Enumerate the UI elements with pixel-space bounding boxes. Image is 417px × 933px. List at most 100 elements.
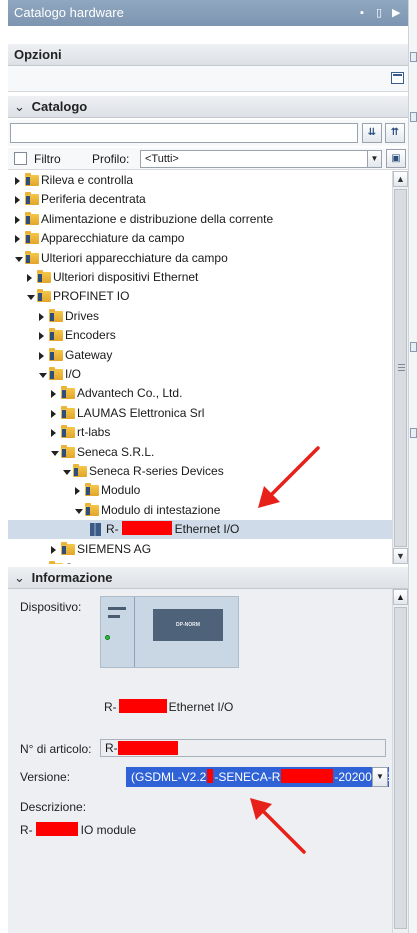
dropdown-arrow-icon[interactable]: ▼ xyxy=(372,767,388,787)
adjacent-panel-strip xyxy=(408,0,417,933)
folder-icon xyxy=(61,386,75,400)
collapse-arrow-icon[interactable] xyxy=(39,373,47,378)
scroll-thumb[interactable] xyxy=(394,189,407,547)
thumb-grip xyxy=(398,370,405,371)
tree-item[interactable]: rt-labs xyxy=(8,423,392,442)
tree-item[interactable]: Encoders xyxy=(8,326,392,345)
expand-arrow-icon[interactable] xyxy=(75,487,80,496)
expand-arrow-icon[interactable] xyxy=(51,390,56,399)
redaction-mark xyxy=(35,822,78,836)
redaction-mark xyxy=(117,741,178,755)
tree-item[interactable]: Alimentazione e distribuzione della corr… xyxy=(8,210,392,229)
collapse-arrow-icon[interactable] xyxy=(51,450,59,456)
device-name-prefix: R- xyxy=(104,700,117,714)
folder-icon xyxy=(49,328,63,342)
collapse-arrow-icon[interactable] xyxy=(75,508,83,514)
tree-item-label: I/O xyxy=(65,367,82,381)
catalogo-title: Catalogo xyxy=(31,99,88,114)
tree-item[interactable]: LAUMAS Elettronica Srl xyxy=(8,404,392,423)
tree-item[interactable]: Rileva e controlla xyxy=(8,171,392,190)
redaction-mark xyxy=(118,699,167,713)
article-field[interactable]: R- xyxy=(100,739,386,757)
tree-item[interactable]: Advantech Co., Ltd. xyxy=(8,384,392,403)
collapse-icon[interactable]: ▶ xyxy=(392,0,400,26)
folder-icon xyxy=(61,425,75,439)
tree-item-label: Modulo di intestazione xyxy=(101,502,221,517)
version-select[interactable]: (GSDML-V2.2-SENECA-R-20200729.XML) xyxy=(126,767,389,787)
strip-marker xyxy=(410,112,417,122)
profile-manage-icon[interactable]: ▣ xyxy=(386,149,406,168)
tree-item[interactable]: Seneca R-series Devices xyxy=(8,462,392,481)
tree-item[interactable]: Apparecchiature da campo xyxy=(8,229,392,248)
tree-item[interactable]: R- Ethernet I/O xyxy=(8,520,392,540)
expand-arrow-icon[interactable] xyxy=(51,429,56,438)
expand-arrow-icon[interactable] xyxy=(51,409,56,418)
hardware-catalog-panel: Catalogo hardware ▪ ▯ ▶ Opzioni ⌄ Catalo… xyxy=(0,0,417,933)
catalogo-header[interactable]: ⌄ Catalogo xyxy=(8,96,408,118)
tree-item[interactable]: Periferia decentrata xyxy=(8,190,392,209)
tree-item-label-prefix: R- xyxy=(106,522,119,537)
tree-item[interactable]: Seneca S.R.L. xyxy=(8,443,392,462)
device-icon xyxy=(90,523,101,537)
informazione-title: Informazione xyxy=(31,570,113,585)
tree-item[interactable]: Drives xyxy=(8,307,392,326)
tree-item-label: SIEMENS AG xyxy=(77,541,152,556)
info-scrollbar[interactable]: ▲ xyxy=(392,589,408,933)
device-name: R- Ethernet I/O xyxy=(104,699,233,714)
expand-arrow-icon[interactable] xyxy=(15,196,20,205)
opzioni-header[interactable]: Opzioni xyxy=(8,44,408,66)
tree-item[interactable]: Modulo xyxy=(8,481,392,500)
dropdown-arrow-icon[interactable]: ▼ xyxy=(367,151,381,167)
panel-title: Catalogo hardware xyxy=(14,5,124,20)
expand-arrow-icon[interactable] xyxy=(15,177,20,185)
search-up-icon[interactable]: ⇈ xyxy=(385,123,405,143)
collapse-arrow-icon[interactable] xyxy=(63,470,71,475)
scroll-thumb[interactable] xyxy=(394,607,407,929)
device-image: DP-NORM xyxy=(100,596,239,668)
expand-arrow-icon[interactable] xyxy=(15,215,20,224)
device-label: Dispositivo: xyxy=(20,600,82,614)
description-label: Descrizione: xyxy=(20,800,87,814)
tree-item-label: PROFINET IO xyxy=(53,289,130,304)
filter-checkbox[interactable] xyxy=(14,152,27,165)
article-label: N° di articolo: xyxy=(20,742,92,756)
opzioni-title: Opzioni xyxy=(14,47,62,62)
expand-arrow-icon[interactable] xyxy=(39,351,44,360)
redaction-mark xyxy=(281,769,334,783)
profile-select[interactable]: <Tutti> ▼ xyxy=(140,150,382,168)
informazione-header[interactable]: ⌄ Informazione xyxy=(8,567,408,589)
tree-item[interactable]: Ulteriori apparecchiature da campo xyxy=(8,249,392,268)
folder-icon xyxy=(73,464,87,477)
collapse-arrow-icon[interactable] xyxy=(27,295,35,301)
chevron-down-icon: ⌄ xyxy=(14,99,25,114)
tree-item[interactable]: Ulteriori dispositivi Ethernet xyxy=(8,268,392,287)
scroll-up-icon[interactable]: ▲ xyxy=(393,171,408,187)
expand-arrow-icon[interactable] xyxy=(27,274,32,282)
catalog-search-input[interactable] xyxy=(10,123,358,143)
tree-item[interactable]: Modulo di intestazione xyxy=(8,501,392,520)
collapse-arrow-icon[interactable] xyxy=(15,256,23,262)
tree-item[interactable]: I/O xyxy=(8,365,392,384)
catalog-scrollbar[interactable]: ▲ ▼ xyxy=(392,171,408,564)
layout-panel-icon[interactable] xyxy=(391,72,404,84)
tree-item[interactable]: Sensors xyxy=(8,559,392,564)
tree-item-label: Alimentazione e distribuzione della corr… xyxy=(41,211,274,226)
search-down-icon[interactable]: ⇊ xyxy=(362,123,382,143)
expand-arrow-icon[interactable] xyxy=(39,312,44,321)
expand-arrow-icon[interactable] xyxy=(51,545,56,554)
tree-item-label: R- Ethernet I/O xyxy=(106,520,239,539)
expand-arrow-icon[interactable] xyxy=(39,332,44,341)
profile-select-value: <Tutti> xyxy=(145,153,179,165)
float-icon[interactable]: ▯ xyxy=(376,0,382,26)
tree-item[interactable]: PROFINET IO xyxy=(8,287,392,306)
tree-item[interactable]: Gateway xyxy=(8,346,392,365)
pin-icon[interactable]: ▪ xyxy=(360,0,364,26)
tree-item[interactable]: SIEMENS AG xyxy=(8,540,392,559)
profile-label: Profilo: xyxy=(92,152,130,166)
scroll-down-icon[interactable]: ▼ xyxy=(393,548,408,564)
scroll-up-icon[interactable]: ▲ xyxy=(393,589,408,605)
device-slot xyxy=(108,615,120,618)
expand-arrow-icon[interactable] xyxy=(15,235,20,244)
article-value: R- xyxy=(105,741,118,755)
tree-item-label: Advantech Co., Ltd. xyxy=(77,386,183,401)
